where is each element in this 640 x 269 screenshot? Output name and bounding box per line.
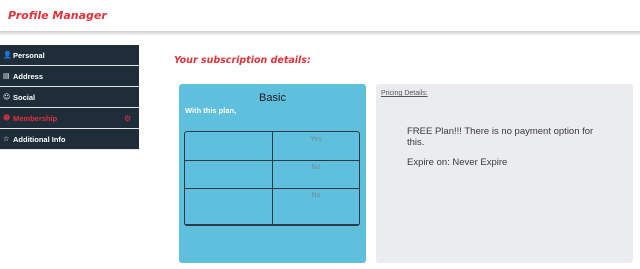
pricing-label: Pricing Details:: [381, 90, 428, 97]
plan-card: Basic With this plan, Yes No No: [179, 84, 366, 263]
navbar-divider: [0, 31, 640, 35]
feature-name-cell: [185, 188, 273, 225]
pricing-card: Pricing Details: FREE Plan!!! There is n…: [376, 84, 633, 263]
sidebar-item-address[interactable]: ▤ Address: [0, 66, 139, 87]
gear-icon: ⚙: [123, 114, 131, 123]
table-row: No: [185, 188, 359, 225]
sidebar-item-label: Membership: [13, 114, 58, 123]
top-navbar: Profile Manager: [0, 0, 640, 31]
feature-value: No: [311, 192, 321, 199]
feature-value: Yes: [310, 136, 322, 143]
sidebar-item-label: Additional Info: [13, 135, 66, 144]
sidebar-item-additional-info[interactable]: ☆ Additional Info: [0, 129, 139, 150]
feature-name-cell: [185, 160, 273, 188]
feature-name-cell: [185, 132, 273, 160]
sidebar-item-label: Social: [13, 93, 36, 102]
person-plus-icon: ☻: [3, 114, 11, 122]
pricing-message: FREE Plan!!! There is no payment option …: [407, 126, 594, 148]
star-icon: ☆: [3, 135, 10, 143]
section-title: Your subscription details:: [174, 55, 311, 66]
sidebar-item-personal[interactable]: 👤 Personal: [0, 45, 139, 66]
plan-features-table: Yes No No: [184, 131, 360, 226]
app-title[interactable]: Profile Manager: [8, 9, 107, 22]
sidebar-item-social[interactable]: ☺ Social: [0, 87, 139, 108]
sidebar-item-membership[interactable]: ☻ Membership ⚙: [0, 108, 139, 129]
person-icon: 👤: [3, 51, 12, 59]
table-row: Yes: [185, 132, 359, 161]
expiry-text: Expire on: Never Expire: [407, 157, 508, 168]
group-icon: ☺: [3, 93, 11, 101]
id-card-icon: ▤: [3, 72, 10, 80]
plan-name: Basic: [259, 92, 286, 104]
sidebar-item-label: Address: [13, 72, 44, 81]
table-row: No: [185, 160, 359, 189]
sidebar: 👤 Personal ▤ Address ☺ Social ☻ Membersh…: [0, 45, 139, 150]
feature-value: No: [311, 164, 321, 171]
sidebar-item-label: Personal: [13, 51, 45, 60]
plan-subtitle: With this plan,: [185, 106, 237, 115]
